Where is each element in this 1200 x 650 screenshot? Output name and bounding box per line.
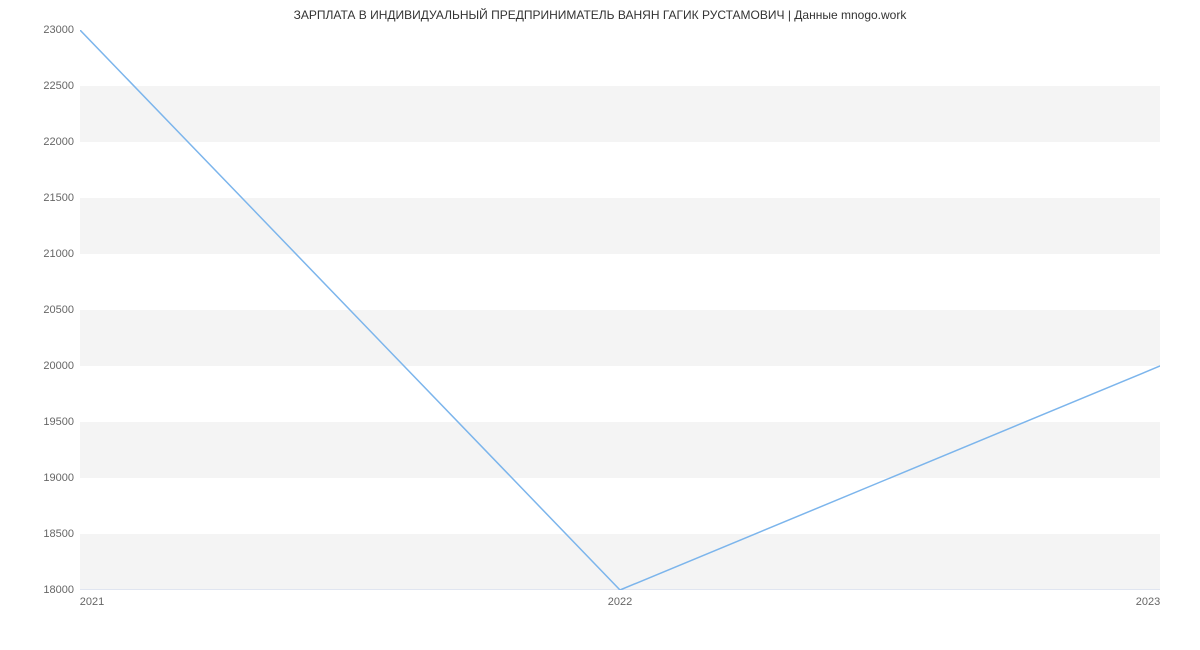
x-tick-label: 2022 <box>608 596 632 608</box>
y-tick-label: 21000 <box>43 248 74 260</box>
y-tick-label: 22000 <box>43 136 74 148</box>
grid-band <box>80 198 1160 254</box>
grid-band <box>80 534 1160 590</box>
y-tick-label: 18500 <box>43 528 74 540</box>
grid-band <box>80 86 1160 142</box>
y-tick-label: 20000 <box>43 360 74 372</box>
chart-svg <box>80 30 1160 590</box>
y-tick-label: 22500 <box>43 80 74 92</box>
grid-bands <box>80 86 1160 590</box>
x-tick-label: 2023 <box>1136 596 1160 608</box>
y-tick-label: 21500 <box>43 192 74 204</box>
y-tick-label: 20500 <box>43 304 74 316</box>
grid-band <box>80 422 1160 478</box>
chart-container: ЗАРПЛАТА В ИНДИВИДУАЛЬНЫЙ ПРЕДПРИНИМАТЕЛ… <box>0 0 1200 650</box>
chart-title: ЗАРПЛАТА В ИНДИВИДУАЛЬНЫЙ ПРЕДПРИНИМАТЕЛ… <box>0 8 1200 22</box>
x-tick-label: 2021 <box>80 596 104 608</box>
y-tick-label: 19500 <box>43 416 74 428</box>
y-tick-label: 19000 <box>43 472 74 484</box>
plot-area <box>80 30 1160 590</box>
grid-band <box>80 310 1160 366</box>
y-tick-label: 18000 <box>43 584 74 596</box>
y-tick-label: 23000 <box>43 24 74 36</box>
